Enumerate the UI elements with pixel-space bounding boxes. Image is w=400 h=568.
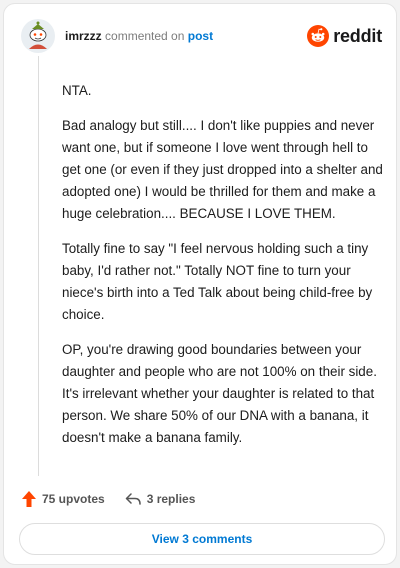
reddit-logo[interactable]: reddit	[307, 24, 382, 48]
replies-button[interactable]: 3 replies	[125, 492, 196, 506]
upvote-button[interactable]: 75 upvotes	[22, 491, 105, 507]
reply-arrow-icon	[125, 493, 141, 505]
upvote-arrow-icon	[22, 491, 36, 507]
comment-paragraph: Bad analogy but still.... I don't like p…	[62, 118, 383, 221]
comment-card: imrzzz commented on post reddit NTA. Bad…	[3, 3, 397, 565]
comment-paragraph: OP, you're drawing good boundaries betwe…	[62, 342, 377, 445]
thread-line	[38, 56, 39, 476]
comment-paragraph: Totally fine to say "I feel nervous hold…	[62, 241, 373, 322]
comment-actions: 75 upvotes 3 replies	[22, 488, 215, 510]
view-comments-button[interactable]: View 3 comments	[19, 523, 385, 555]
reply-count: 3 replies	[146, 492, 196, 506]
action-text: commented on	[105, 29, 185, 43]
comment-paragraph: NTA.	[62, 83, 92, 98]
user-avatar[interactable]	[20, 18, 56, 54]
comment-header: imrzzz commented on post reddit	[20, 16, 382, 56]
comment-body: NTA. Bad analogy but still.... I don't l…	[62, 80, 386, 462]
reddit-snoo-icon	[307, 25, 330, 47]
brand-name: reddit	[333, 25, 382, 46]
comment-meta: imrzzz commented on post	[65, 29, 213, 43]
post-link[interactable]: post	[188, 29, 213, 43]
username-link[interactable]: imrzzz	[65, 29, 102, 43]
upvote-count: 75 upvotes	[42, 492, 105, 506]
